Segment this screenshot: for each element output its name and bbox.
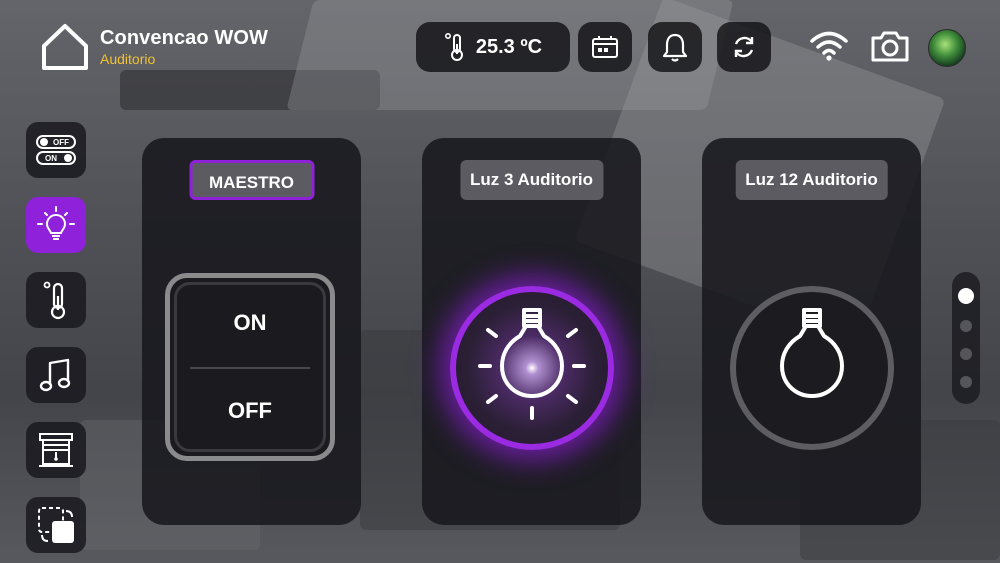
light-card-luz-12: Luz 12 Auditorio bbox=[702, 138, 921, 525]
lightbulb-off-icon bbox=[780, 308, 844, 398]
music-note-icon bbox=[39, 358, 71, 392]
toggle-on-text: ON bbox=[45, 154, 57, 163]
app-title: Convencao WOW bbox=[100, 27, 268, 49]
page-dot-4[interactable] bbox=[960, 376, 972, 388]
maestro-off-button[interactable]: OFF bbox=[170, 398, 330, 424]
maestro-switch: ON OFF bbox=[165, 273, 335, 461]
page-indicator[interactable] bbox=[952, 272, 980, 404]
light-toggle-luz-12[interactable] bbox=[730, 286, 894, 450]
sidebar-item-music[interactable] bbox=[26, 347, 86, 403]
sidebar-item-screens[interactable] bbox=[26, 497, 86, 553]
sidebar-item-climate[interactable] bbox=[26, 272, 86, 328]
light-toggle-luz-3[interactable] bbox=[450, 286, 614, 450]
calendar-icon bbox=[592, 36, 618, 58]
maestro-card: MAESTRO ON OFF bbox=[142, 138, 361, 525]
thermometer-icon bbox=[43, 281, 66, 320]
sync-icon bbox=[734, 36, 754, 58]
screen-switch-icon bbox=[38, 507, 74, 543]
calendar-button[interactable] bbox=[578, 22, 632, 72]
lightbulb-icon bbox=[37, 206, 75, 240]
toggle-switches-icon: OFF ON bbox=[36, 135, 76, 165]
thermometer-icon bbox=[444, 32, 463, 61]
page-dot-1[interactable] bbox=[958, 288, 974, 304]
maestro-label[interactable]: MAESTRO bbox=[189, 160, 314, 200]
page-dot-2[interactable] bbox=[960, 320, 972, 332]
home-icon[interactable] bbox=[40, 22, 90, 72]
sync-button[interactable] bbox=[717, 22, 771, 72]
wifi-icon[interactable] bbox=[810, 28, 848, 64]
switch-divider bbox=[190, 367, 310, 369]
lightbulb-on-icon bbox=[478, 308, 586, 420]
sidebar-item-on-off[interactable]: OFF ON bbox=[26, 122, 86, 178]
maestro-on-button[interactable]: ON bbox=[170, 310, 330, 336]
bell-icon bbox=[662, 33, 688, 62]
camera-icon[interactable] bbox=[870, 28, 910, 64]
window-shade-icon bbox=[39, 433, 73, 467]
temperature-display[interactable]: 25.3 ºC bbox=[416, 22, 570, 72]
sidebar-item-lighting[interactable] bbox=[26, 197, 86, 253]
notifications-button[interactable] bbox=[648, 22, 702, 72]
light-card-luz-3: Luz 3 Auditorio bbox=[422, 138, 641, 525]
toggle-off-text: OFF bbox=[53, 138, 69, 147]
user-avatar[interactable] bbox=[928, 29, 966, 67]
sidebar-item-shades[interactable] bbox=[26, 422, 86, 478]
room-name: Auditorio bbox=[100, 51, 156, 67]
light-card-label: Luz 12 Auditorio bbox=[735, 160, 888, 200]
page-dot-3[interactable] bbox=[960, 348, 972, 360]
light-card-label: Luz 3 Auditorio bbox=[459, 160, 604, 200]
temperature-value: 25.3 ºC bbox=[475, 35, 543, 58]
